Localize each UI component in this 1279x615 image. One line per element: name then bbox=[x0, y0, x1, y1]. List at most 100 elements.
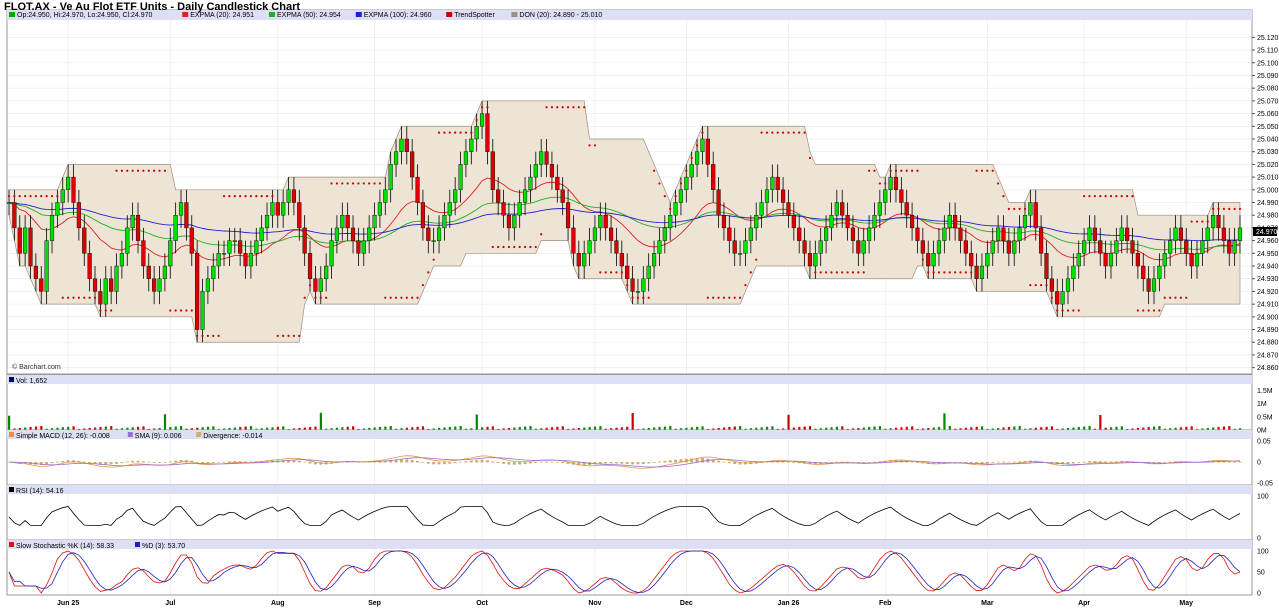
candle-up bbox=[522, 189, 528, 203]
month-axis: Jun 25 Jul Aug Sep Oct Nov Dec Jan 26 Feb Mar Apr M… bbox=[57, 600, 1193, 607]
macd-histogram-bar bbox=[625, 462, 629, 464]
trendspotter-dot bbox=[937, 271, 941, 274]
trendspotter-dot bbox=[1034, 283, 1037, 287]
trendspotter-dot bbox=[153, 169, 156, 172]
macd-histogram-bar bbox=[1087, 461, 1091, 463]
volume-bar bbox=[282, 426, 285, 430]
macd-histogram-bar bbox=[985, 462, 989, 464]
trendspotter-dot bbox=[1131, 195, 1134, 198]
stochastic-lines bbox=[8, 550, 1241, 594]
trendspotter-dot bbox=[997, 182, 1000, 185]
trendspotter-dot bbox=[862, 271, 865, 274]
candle-up bbox=[1232, 240, 1237, 254]
trendspotter-dot bbox=[287, 334, 290, 337]
macd-histogram-bar bbox=[1233, 461, 1237, 463]
rsi-legend: RSI (14): 54.16 bbox=[16, 488, 64, 495]
price-tick-label: 24.960 bbox=[1257, 238, 1279, 245]
legend-swatch bbox=[355, 12, 362, 17]
macd-histogram-bar bbox=[1082, 461, 1086, 463]
legend-swatch bbox=[511, 12, 518, 17]
candle-down bbox=[1039, 227, 1044, 254]
candle-down bbox=[307, 253, 313, 279]
volume-bar bbox=[1228, 426, 1231, 430]
trendspotter-dot bbox=[400, 296, 403, 299]
candle-down bbox=[576, 253, 581, 267]
candle-up bbox=[474, 126, 479, 140]
trendspotter-dot bbox=[631, 296, 634, 299]
price-legend-item: EXPMA (50): 24.954 bbox=[277, 12, 341, 19]
trendspotter-dot bbox=[964, 271, 967, 274]
stochastic-legend: Slow Stochastic %K (14): 58.33 %D (3): 53… bbox=[9, 542, 185, 550]
candle-down bbox=[807, 253, 813, 267]
trendspotter-dot bbox=[674, 195, 677, 198]
trendspotter-dot bbox=[889, 169, 892, 172]
candle-down bbox=[490, 151, 495, 190]
candle-up bbox=[883, 189, 888, 203]
macd-histogram-bar bbox=[217, 462, 221, 463]
trendspotter-dot bbox=[980, 169, 984, 172]
macd-histogram-bar bbox=[496, 462, 500, 463]
candle-up bbox=[130, 215, 135, 229]
macd-histogram-bar bbox=[910, 461, 914, 463]
candle-down bbox=[780, 189, 786, 203]
macd-histogram-bar bbox=[222, 461, 226, 463]
candle-down bbox=[958, 227, 963, 241]
trendspotter-dot bbox=[733, 296, 736, 299]
volume-bar bbox=[1099, 414, 1102, 430]
trendspotter-dot bbox=[830, 271, 833, 274]
candle-down bbox=[786, 202, 791, 216]
volume-bar bbox=[701, 426, 704, 430]
volume-tick-label: 1.5M bbox=[1257, 388, 1273, 395]
price-legend-item: EXPMA (20): 24.951 bbox=[190, 12, 254, 19]
volume-bar bbox=[244, 426, 247, 430]
trendspotter-dot bbox=[88, 296, 91, 299]
trendspotter-dot bbox=[265, 195, 269, 198]
chart-title: FLOT.AX - Ve Au Flot ETF Units - Daily C… bbox=[4, 1, 301, 13]
candle-down bbox=[1049, 278, 1054, 292]
macd-swatch bbox=[9, 432, 14, 437]
trendspotter-dot bbox=[835, 271, 838, 274]
trendspotter-dot bbox=[308, 283, 312, 287]
candle-up bbox=[1157, 265, 1162, 279]
candle-down bbox=[501, 202, 506, 216]
macd-histogram-bar bbox=[631, 462, 635, 465]
candle-up bbox=[533, 164, 538, 178]
volume-legend: Vol: 1,652 bbox=[16, 378, 47, 385]
chart-canvas: Op:24.950, Hi:24.970, Lo:24.950, Cl:24.9… bbox=[6, 9, 1279, 607]
candle-down bbox=[1006, 240, 1011, 254]
volume-bar bbox=[389, 426, 392, 430]
price-tick-label: 25.000 bbox=[1257, 187, 1279, 194]
trendspotter-dot bbox=[389, 296, 392, 299]
trendspotter-dot bbox=[384, 296, 387, 299]
month-label: Apr bbox=[1078, 600, 1090, 607]
trendspotter-dot bbox=[792, 131, 795, 134]
volume-bar bbox=[319, 412, 322, 430]
candle-up bbox=[1200, 240, 1205, 254]
macd-histogram-bar bbox=[792, 462, 796, 463]
trendspotter-dot bbox=[1002, 195, 1005, 198]
candle-up bbox=[867, 227, 872, 241]
trendspotter-dot bbox=[566, 106, 570, 109]
trendspotter-dot bbox=[179, 309, 183, 312]
candle-up bbox=[200, 291, 205, 330]
volume-bar bbox=[878, 426, 882, 430]
trendspotter-dot bbox=[1206, 220, 1209, 223]
trendspotter-dot bbox=[545, 106, 548, 109]
trendspotter-dot bbox=[190, 309, 193, 312]
trendspotter-dot bbox=[341, 182, 344, 185]
candle-up bbox=[173, 215, 178, 241]
candle-up bbox=[646, 265, 651, 279]
candle-up bbox=[44, 240, 49, 292]
macd-histogram-bar bbox=[851, 461, 855, 463]
candle-down bbox=[1130, 240, 1135, 254]
trendspotter-dot bbox=[56, 195, 59, 198]
trendspotter-dot bbox=[540, 233, 543, 236]
trendspotter-dot bbox=[873, 169, 876, 172]
trendspotter-dot bbox=[685, 169, 688, 172]
macd-histogram-bar bbox=[652, 462, 656, 463]
trendspotter-dot bbox=[470, 131, 473, 134]
trendspotter-dot bbox=[518, 245, 521, 249]
candle-down bbox=[732, 240, 737, 254]
price-tick-label: 24.940 bbox=[1257, 264, 1279, 271]
macd-histogram-bar bbox=[507, 462, 511, 465]
